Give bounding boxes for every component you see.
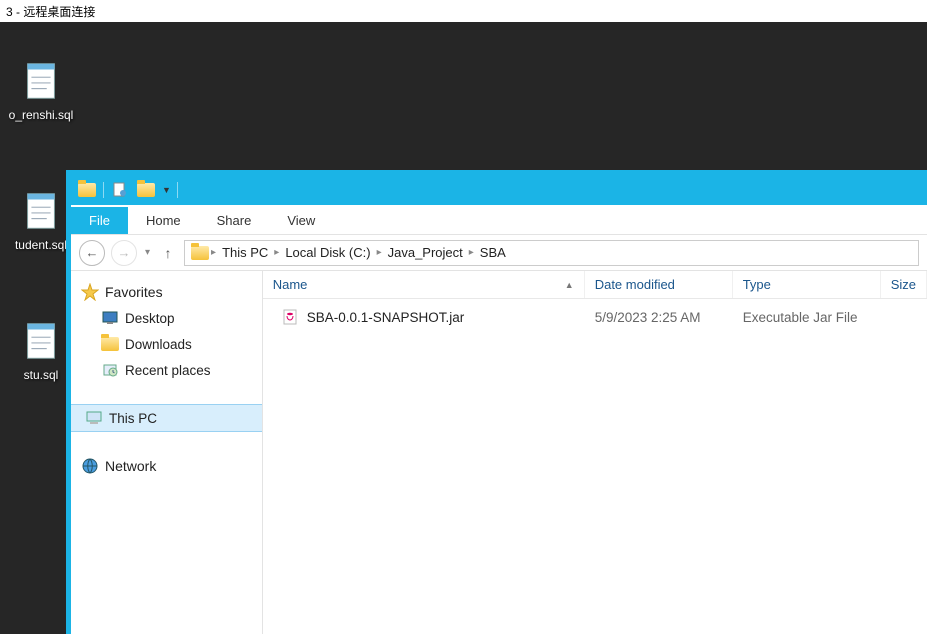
- nav-label: Recent places: [125, 363, 211, 378]
- nav-label: This PC: [109, 411, 157, 426]
- quick-access-toolbar: ▼: [71, 175, 927, 205]
- nav-label: Desktop: [125, 311, 175, 326]
- file-name: SBA-0.0.1-SNAPSHOT.jar: [307, 310, 465, 325]
- notepad-file-icon: [18, 58, 64, 104]
- chevron-down-icon[interactable]: ▼: [162, 185, 171, 195]
- file-date: 5/9/2023 2:25 AM: [585, 310, 733, 325]
- downloads-icon: [101, 335, 119, 353]
- address-bar[interactable]: ▸ This PC ▸ Local Disk (C:) ▸ Java_Proje…: [184, 240, 919, 266]
- explorer-body: Favorites Desktop Downloads Recent: [71, 271, 927, 634]
- nav-label: Downloads: [125, 337, 192, 352]
- file-type: Executable Jar File: [733, 310, 881, 325]
- nav-network[interactable]: Network: [71, 453, 262, 479]
- tab-share[interactable]: Share: [199, 207, 270, 234]
- column-label: Type: [743, 277, 771, 292]
- tab-home[interactable]: Home: [128, 207, 199, 234]
- jar-file-icon: [281, 308, 299, 326]
- network-icon: [81, 457, 99, 475]
- column-label: Size: [891, 277, 916, 292]
- column-label: Name: [273, 277, 308, 292]
- nav-bar: ← → ▾ ↑ ▸ This PC ▸ Local Disk (C:) ▸ Ja…: [71, 235, 927, 271]
- breadcrumb[interactable]: Local Disk (C:): [281, 245, 374, 260]
- separator: [103, 182, 104, 198]
- column-header-type[interactable]: Type: [733, 271, 881, 298]
- explorer-window: ▼ File Home Share View ← → ▾ ↑ ▸ This PC…: [66, 170, 927, 634]
- nav-recent[interactable]: Recent places: [71, 357, 262, 383]
- list-item[interactable]: SBA-0.0.1-SNAPSHOT.jar 5/9/2023 2:25 AM …: [263, 303, 927, 331]
- nav-desktop[interactable]: Desktop: [71, 305, 262, 331]
- properties-icon[interactable]: [110, 180, 130, 200]
- nav-favorites[interactable]: Favorites: [71, 279, 262, 305]
- nav-label: Network: [105, 458, 156, 474]
- notepad-file-icon: [18, 318, 64, 364]
- tab-view[interactable]: View: [269, 207, 333, 234]
- nav-label: Favorites: [105, 284, 163, 300]
- up-button[interactable]: ↑: [158, 243, 178, 263]
- folder-icon[interactable]: [77, 180, 97, 200]
- tab-file[interactable]: File: [71, 207, 128, 234]
- recent-icon: [101, 361, 119, 379]
- computer-icon: [85, 409, 103, 427]
- desktop-icon-label: o_renshi.sql: [0, 108, 82, 122]
- column-header-name[interactable]: Name ▲: [263, 271, 585, 298]
- rdp-title: 3 - 远程桌面连接: [6, 3, 95, 20]
- ribbon-tabs: File Home Share View: [71, 205, 927, 235]
- nav-downloads[interactable]: Downloads: [71, 331, 262, 357]
- breadcrumb[interactable]: This PC: [218, 245, 272, 260]
- back-button[interactable]: ←: [79, 240, 105, 266]
- forward-button[interactable]: →: [111, 240, 137, 266]
- column-label: Date modified: [595, 277, 675, 292]
- list-header: Name ▲ Date modified Type Size: [263, 271, 927, 299]
- new-folder-icon[interactable]: [136, 180, 156, 200]
- nav-thispc[interactable]: This PC: [71, 405, 262, 431]
- notepad-file-icon: [18, 188, 64, 234]
- history-dropdown-icon[interactable]: ▾: [143, 247, 152, 258]
- breadcrumb[interactable]: SBA: [476, 245, 510, 260]
- column-header-size[interactable]: Size: [881, 271, 927, 298]
- desktop: o_renshi.sql tudent.sql stu.sql ▼ File H…: [0, 22, 927, 634]
- chevron-right-icon: ▸: [209, 247, 218, 258]
- desktop-icon: [101, 309, 119, 327]
- folder-icon: [191, 244, 209, 262]
- chevron-right-icon: ▸: [272, 247, 281, 258]
- navigation-pane: Favorites Desktop Downloads Recent: [71, 271, 263, 634]
- rdp-titlebar: 3 - 远程桌面连接: [0, 0, 927, 22]
- chevron-right-icon: ▸: [467, 247, 476, 258]
- breadcrumb[interactable]: Java_Project: [384, 245, 467, 260]
- separator: [177, 182, 178, 198]
- chevron-right-icon: ▸: [375, 247, 384, 258]
- file-list: SBA-0.0.1-SNAPSHOT.jar 5/9/2023 2:25 AM …: [263, 299, 927, 634]
- desktop-icon-renshi[interactable]: o_renshi.sql: [0, 58, 82, 122]
- content-pane: Name ▲ Date modified Type Size: [263, 271, 927, 634]
- column-header-date[interactable]: Date modified: [585, 271, 733, 298]
- sort-asc-icon: ▲: [565, 280, 574, 290]
- star-icon: [81, 283, 99, 301]
